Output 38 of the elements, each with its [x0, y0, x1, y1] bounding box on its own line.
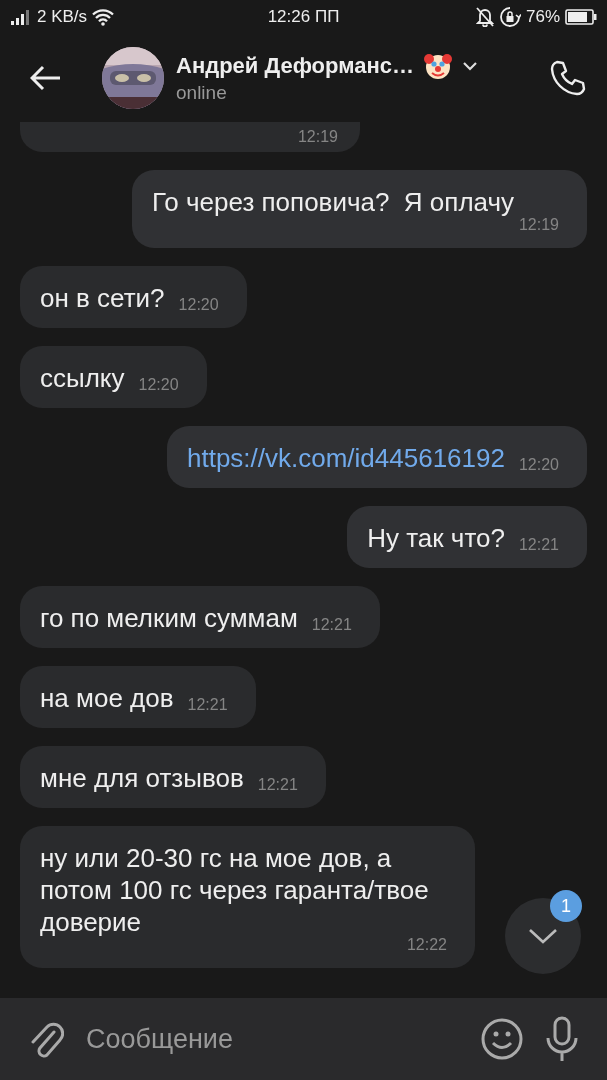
message-time: 12:20: [138, 376, 179, 394]
clock: 12:26 ПП: [267, 7, 340, 27]
message-text: ну или 20-30 гс на мое дов, а потом 100 гс через гаранта/твое доверие: [40, 842, 430, 938]
network-speed: 2 KB/s: [37, 7, 88, 27]
message-time: 12:19: [518, 216, 559, 234]
smiley-icon[interactable]: [481, 1018, 523, 1060]
message-text: ссылку: [40, 362, 125, 394]
wifi-icon: [92, 8, 115, 26]
message-text: на мое дов: [40, 682, 174, 714]
message-text: го по мелким суммам: [40, 602, 298, 634]
phone-icon[interactable]: [549, 59, 587, 97]
chevron-down-icon: [528, 928, 558, 944]
chevron-down-icon[interactable]: [461, 61, 478, 71]
muted-bell-icon: [475, 7, 494, 27]
rotation-lock-icon: [498, 6, 521, 28]
message-time: 12:22: [406, 936, 447, 954]
contact-status: online: [176, 82, 228, 104]
message-text: Ну так что?: [367, 522, 505, 554]
battery-percent: 76%: [525, 7, 560, 27]
message-time: 12:21: [257, 776, 298, 794]
message-time: 12:21: [518, 536, 559, 554]
clown-emoji-icon: [423, 52, 452, 80]
microphone-icon[interactable]: [545, 1016, 579, 1062]
message-text: он в сети?: [40, 282, 165, 314]
battery-icon: [565, 9, 597, 25]
contact-name[interactable]: Андрей Деформанс…: [176, 53, 414, 79]
message-time: 12:20: [178, 296, 219, 314]
message-time: 12:21: [311, 616, 352, 634]
signal-icon: [10, 9, 32, 25]
message-time: 12:19: [297, 128, 338, 146]
message-time: 12:20: [518, 456, 559, 474]
unread-badge: 1: [550, 890, 582, 922]
message-time: 12:21: [187, 696, 228, 714]
message-input[interactable]: Сообщение: [86, 1023, 459, 1055]
message-text: Го через поповича? Я оплачу: [152, 186, 514, 218]
message-text: мне для отзывов: [40, 762, 244, 794]
link[interactable]: https://vk.com/id445616192: [186, 442, 505, 474]
back-arrow-icon[interactable]: [30, 65, 62, 91]
